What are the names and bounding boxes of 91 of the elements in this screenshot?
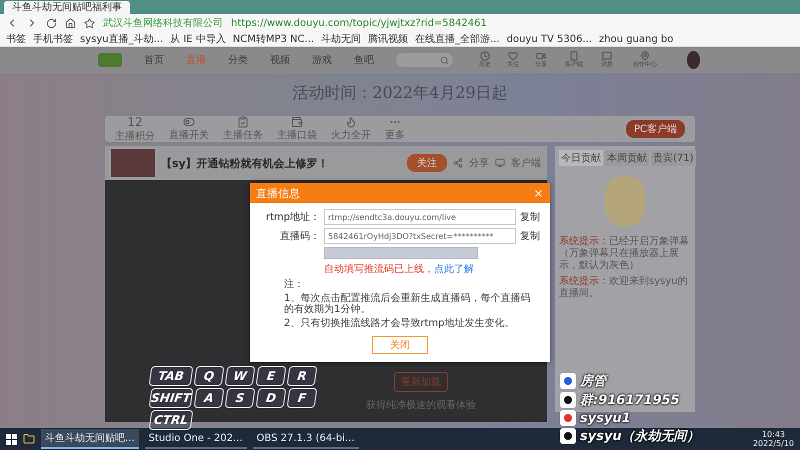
phone-icon [568, 51, 578, 61]
key-cap: CTRL [148, 410, 194, 430]
field-label: 直播码： [279, 230, 320, 243]
key-cap: F [286, 388, 318, 408]
dialog-title: 直播信息 [256, 186, 300, 200]
site-name: 武汉斗鱼网络科技有限公司 [103, 16, 223, 30]
score-value: 12 [127, 115, 143, 129]
key-cap: S [224, 388, 256, 408]
key-cap: Q [194, 366, 224, 386]
search-icon[interactable] [440, 56, 448, 64]
bookmark-item[interactable]: 腾讯视频 [368, 32, 408, 46]
url-text[interactable]: https://www.douyu.com/topic/yjwjtxz?rid=5842461 [231, 18, 487, 28]
pc-client-button[interactable]: PC客户端 [626, 120, 685, 138]
chat-tab[interactable]: 今日贡献 [559, 150, 603, 166]
bookmark-item[interactable]: douyu TV 5306... [506, 34, 592, 44]
key-cap: E [256, 366, 286, 386]
input-field[interactable]: 5842461rOyHdj3DO?txSecret=********** [324, 228, 516, 244]
pin-icon [640, 51, 650, 61]
tool-label[interactable]: 主播口袋 [277, 128, 317, 142]
browser-tab[interactable]: 斗鱼斗劫无间贴吧福利事 [4, 1, 130, 14]
follow-button[interactable]: 关注 [407, 154, 447, 172]
social-handle: sysyu1 [580, 410, 631, 426]
tool-label[interactable]: 直播开关 [169, 128, 209, 142]
chat-tab[interactable]: 本周贡献 [605, 150, 649, 166]
toggle-icon [183, 116, 195, 128]
bookmark-item[interactable]: zhou guang bo [598, 34, 674, 44]
nav-item[interactable]: 分类 [228, 53, 248, 67]
bookmark-item[interactable]: 书签 [6, 32, 26, 46]
notes-title: 注： [284, 279, 305, 290]
copy-link[interactable]: 复制 [520, 210, 540, 224]
avatar[interactable] [686, 51, 700, 69]
flame-icon [345, 116, 357, 128]
bookmark-item[interactable]: 在线直播_全部游... [415, 32, 500, 46]
share-icon[interactable] [453, 158, 463, 168]
bookmark-item[interactable]: NCM转MP3 NC... [232, 32, 314, 46]
clipboard-icon [237, 116, 249, 128]
monitor-icon[interactable] [495, 158, 505, 168]
video-icon [536, 51, 546, 61]
room-title: 【sy】开通钻粉就有机会上修罗！ [161, 156, 329, 170]
key-cap: D [256, 388, 286, 408]
clock-icon [480, 51, 490, 61]
copy-link[interactable]: 复制 [520, 229, 540, 243]
tool-label[interactable]: 主播积分 [115, 129, 155, 143]
cover-placeholder [111, 149, 155, 177]
key-cap: A [194, 388, 224, 408]
wallet-icon [291, 116, 303, 128]
share-link[interactable]: 分享 [469, 156, 489, 170]
close-button[interactable]: 关闭 [372, 336, 428, 354]
taskbar-app[interactable]: OBS 27.1.3 (64-bi... [252, 429, 358, 449]
search-field[interactable] [396, 53, 452, 67]
mascot-placeholder [605, 176, 645, 226]
tool-label[interactable]: 更多 [385, 128, 405, 142]
key-cap: R [286, 366, 318, 386]
windows-logo-icon[interactable] [6, 434, 17, 444]
key-cap: TAB [148, 366, 194, 386]
bookmark-item[interactable]: 从 IE 中导入 [170, 32, 226, 46]
bookmark-item[interactable]: sysyu直播_斗劫... [80, 32, 164, 46]
chat-tab[interactable]: 贵宾(71) [651, 150, 696, 166]
tool-label[interactable]: 火力全开 [331, 128, 371, 142]
warning-text: 自动填写推流码已上线，点此了解 [324, 262, 475, 276]
close-icon[interactable] [533, 188, 544, 198]
field-label: rtmp地址： [264, 210, 320, 224]
clock-date: 2022/5/10 [752, 439, 794, 448]
refresh-icon[interactable] [46, 18, 57, 28]
chat-message: 系统提示：已经开启万象弹幕（万象弹幕只在播放器上展示，默认为灰色） [559, 236, 690, 272]
nav-item[interactable]: 鱼吧 [354, 53, 374, 67]
nav-item[interactable]: 游戏 [312, 53, 332, 67]
event-date-heading: 活动时间：2022年4月29日起 [292, 83, 508, 104]
social-handle: sysyu（永劫无间） [580, 428, 700, 445]
folder-icon[interactable] [23, 433, 35, 445]
chat-message: 系统提示：欢迎来到sysyu的直播间。 [559, 276, 689, 300]
input-field[interactable]: rtmp://sendtc3a.douyu.com/live [324, 209, 516, 225]
tool-label[interactable]: 主播任务 [223, 128, 263, 142]
nav-item[interactable]: 视频 [270, 53, 290, 67]
learn-more-link[interactable]: 点此了解 [434, 264, 474, 275]
star-icon[interactable] [84, 18, 95, 28]
client-link[interactable]: 客户端 [511, 156, 541, 170]
note-text: 2、只有切换推流线路才会导致rtmp地址发生变化。 [284, 318, 516, 329]
taskbar-app[interactable]: 斗鱼斗劫无间贴吧... [41, 429, 139, 449]
note-text: 1、每次点击配置推流后会重新生成直播码，每个直播码的有效期为1分钟。 [284, 293, 532, 315]
bookmark-item[interactable]: 手机书签 [33, 32, 73, 46]
key-cap: W [224, 366, 256, 386]
bookmark-item[interactable]: 斗劫无间 [321, 32, 362, 46]
home-icon[interactable] [65, 18, 76, 28]
social-handle: 群:916171955 [580, 392, 680, 409]
social-handle: 房管 [580, 372, 606, 390]
heart-icon [508, 51, 518, 61]
taskbar-app[interactable]: Studio One - 202... [144, 429, 247, 449]
clock-time: 10:43 [762, 430, 786, 439]
nav-item[interactable]: 首页 [144, 53, 164, 67]
message-icon [602, 51, 612, 61]
